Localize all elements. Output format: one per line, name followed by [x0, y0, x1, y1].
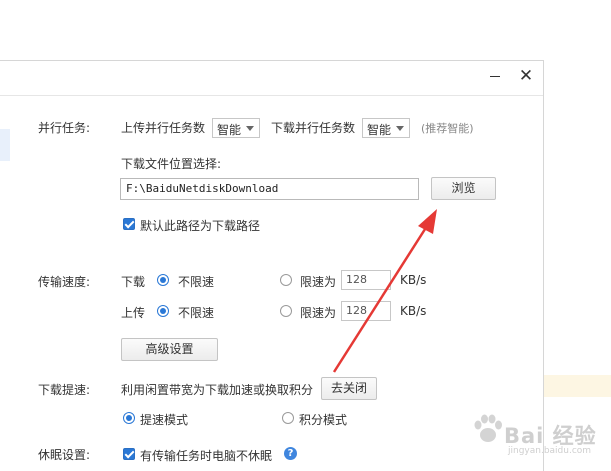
upload-limit-label: 限速为: [300, 306, 337, 320]
download-boost-label: 下载提速:: [38, 383, 91, 397]
browse-button[interactable]: 浏览: [431, 177, 496, 200]
sleep-settings-label: 休眠设置:: [38, 448, 91, 462]
download-parallel-label: 下载并行任务数: [271, 121, 356, 135]
download-limit-input[interactable]: 128: [341, 270, 391, 290]
paw-icon: [474, 414, 502, 442]
download-unlimited-radio[interactable]: [157, 274, 169, 286]
help-icon[interactable]: ?: [284, 447, 297, 460]
boost-points-mode-label: 积分模式: [299, 413, 348, 427]
default-path-checkbox[interactable]: [123, 218, 135, 230]
turn-off-boost-button[interactable]: 去关闭: [321, 377, 377, 400]
boost-speed-mode-label: 提速模式: [140, 413, 189, 427]
parallel-hint: (推荐智能): [421, 122, 474, 135]
download-limit-radio[interactable]: [280, 274, 292, 286]
watermark-sub: jingyan.baidu.com: [508, 446, 592, 456]
chevron-down-icon: [246, 126, 254, 131]
download-path-input[interactable]: F:\BaiduNetdiskDownload: [120, 178, 419, 200]
upload-speed-label: 上传: [121, 306, 146, 320]
upload-parallel-select[interactable]: 智能: [212, 118, 260, 138]
upload-limit-radio[interactable]: [280, 305, 292, 317]
default-path-label: 默认此路径为下载路径: [140, 219, 261, 233]
download-location-label: 下载文件位置选择:: [121, 157, 222, 171]
watermark: Bai 经验 jingyan.baidu.com: [470, 402, 605, 462]
upload-limit-input[interactable]: 128: [341, 301, 391, 321]
download-limit-label: 限速为: [300, 275, 337, 289]
download-unlimited-label: 不限速: [178, 275, 215, 289]
prevent-sleep-checkbox[interactable]: [123, 448, 135, 460]
boost-points-mode-radio[interactable]: [282, 412, 294, 424]
advanced-settings-button[interactable]: 高级设置: [121, 338, 218, 361]
notification-band: [544, 375, 611, 397]
settings-dialog: ✕ 并行任务: 上传并行任务数 智能 下载并行任务数 智能 (推荐智能) 下载文…: [0, 60, 544, 471]
upload-limit-unit: KB/s: [400, 304, 427, 318]
upload-unlimited-label: 不限速: [178, 306, 215, 320]
boost-description: 利用闲置带宽为下载加速或换取积分: [121, 383, 314, 397]
parallel-tasks-label: 并行任务:: [38, 121, 91, 135]
download-limit-unit: KB/s: [400, 273, 427, 287]
upload-parallel-label: 上传并行任务数: [121, 121, 206, 135]
close-button[interactable]: ✕: [515, 65, 537, 87]
boost-speed-mode-radio[interactable]: [123, 412, 135, 424]
title-bar: ✕: [0, 61, 543, 94]
download-speed-label: 下载: [121, 275, 146, 289]
title-separator: [0, 95, 543, 96]
download-parallel-select[interactable]: 智能: [362, 118, 410, 138]
download-parallel-value: 智能: [367, 123, 392, 137]
prevent-sleep-label: 有传输任务时电脑不休眠: [140, 449, 273, 463]
transfer-speed-label: 传输速度:: [38, 275, 91, 289]
upload-parallel-value: 智能: [217, 123, 242, 137]
minimize-button[interactable]: [484, 65, 506, 87]
chevron-down-icon: [396, 126, 404, 131]
nav-selected-strip: [0, 129, 10, 161]
upload-unlimited-radio[interactable]: [157, 305, 169, 317]
